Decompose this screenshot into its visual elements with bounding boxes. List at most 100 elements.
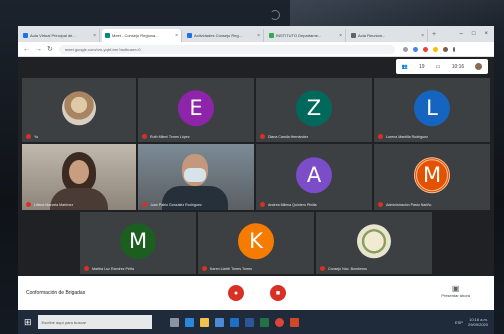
reload-icon[interactable]: ↻ bbox=[47, 45, 53, 53]
profile-avatar[interactable] bbox=[442, 46, 448, 52]
participant-name: Juan Pablo González Rodríguez bbox=[142, 202, 202, 207]
participant-name: Martha Luz Ramírez Peña bbox=[84, 266, 134, 271]
participant-name: Andrea Milena Quintero Pinilla bbox=[260, 202, 317, 207]
extensions bbox=[402, 46, 455, 52]
participant-tile[interactable]: E Ruth Mileni Torres López bbox=[138, 78, 254, 142]
close-icon[interactable]: × bbox=[339, 33, 342, 39]
edge-icon[interactable] bbox=[184, 317, 194, 327]
store-icon[interactable] bbox=[214, 317, 224, 327]
tab-label: Meet - Consejo Regiona... bbox=[112, 33, 159, 38]
participant-name: Ruth Mileni Torres López bbox=[142, 134, 190, 139]
powerpoint-icon[interactable] bbox=[289, 317, 299, 327]
chat-icon[interactable]: ▭ bbox=[436, 64, 441, 70]
tab-label: INSTITUTO Departame... bbox=[276, 33, 322, 38]
call-controls-bar: Conformación de Brigadas ● ⌒ ■ ▣ Present… bbox=[18, 276, 494, 310]
participant-tile[interactable]: Z Diana Camila Hernández bbox=[256, 78, 372, 142]
participant-name: Liliana Marcela Martínez bbox=[26, 202, 73, 207]
participant-name: Diana Camila Hernández bbox=[260, 134, 308, 139]
mic-off-icon bbox=[378, 202, 383, 207]
taskbar-apps bbox=[169, 317, 299, 327]
browser-tab-2[interactable]: Meet - Consejo Regiona... × bbox=[102, 29, 182, 42]
browser-tab-1[interactable]: Aula Virtual Principal de... × bbox=[20, 29, 100, 42]
mic-off-icon bbox=[26, 202, 31, 207]
participant-tile[interactable]: M Administración Pasto Nariño bbox=[374, 144, 490, 210]
meet-header: 👥 19 ▭ 10:16 bbox=[18, 57, 494, 76]
participant-tile[interactable]: K Karen Lizeth Torres Torres bbox=[198, 212, 314, 274]
excel-icon[interactable] bbox=[259, 317, 269, 327]
tab-favicon bbox=[351, 33, 356, 38]
os-taskbar: ⊞ Escribe aquí para buscar ESP 10:16 a.m… bbox=[18, 310, 494, 334]
star-icon[interactable] bbox=[402, 46, 408, 52]
screen: Aula Virtual Principal de... × Meet - Co… bbox=[18, 26, 494, 334]
address-bar: ← → ↻ meet.google.com/rzu-yqbf-trm?authu… bbox=[18, 42, 494, 57]
avatar: Z bbox=[296, 90, 332, 127]
tab-bar: Aula Virtual Principal de... × Meet - Co… bbox=[18, 26, 494, 42]
minimize-button[interactable]: – bbox=[460, 31, 463, 37]
url-text: meet.google.com/rzu-yqbf-trm?authuser=0 bbox=[64, 46, 141, 52]
close-icon[interactable]: × bbox=[93, 33, 96, 39]
close-icon[interactable]: × bbox=[175, 33, 178, 39]
folder-icon[interactable] bbox=[199, 317, 209, 327]
present-icon: ▣ bbox=[451, 284, 460, 293]
system-tray: ESP 10:16 a.m. 29/09/2020 bbox=[455, 317, 494, 327]
language-indicator[interactable]: ESP bbox=[455, 320, 463, 325]
avatar: E bbox=[178, 90, 214, 127]
participant-tile[interactable]: L Lorena Mantilla Rodriguez bbox=[374, 78, 490, 142]
clock-date: 29/09/2020 bbox=[467, 322, 488, 327]
participant-photo bbox=[62, 91, 96, 126]
search-placeholder: Escribe aquí para buscar bbox=[41, 319, 87, 325]
participant-name: Yo bbox=[26, 134, 38, 139]
menu-icon[interactable] bbox=[452, 46, 455, 52]
close-icon[interactable]: × bbox=[257, 33, 260, 39]
participant-tile[interactable]: Consejo Nac. Bomberos bbox=[316, 212, 432, 274]
cam-off-icon[interactable]: ■ bbox=[270, 285, 286, 301]
mic-off-icon bbox=[84, 266, 89, 271]
task-view-icon[interactable] bbox=[169, 317, 179, 327]
mic-off-icon bbox=[142, 202, 147, 207]
browser-tab-4[interactable]: INSTITUTO Departame... × bbox=[266, 29, 346, 42]
avatar: M bbox=[414, 157, 450, 194]
chrome-icon[interactable] bbox=[274, 317, 284, 327]
present-button[interactable]: ▣ Presentar ahora bbox=[441, 284, 470, 298]
windows-start-icon[interactable]: ⊞ bbox=[24, 317, 32, 328]
mic-off-icon bbox=[202, 266, 207, 271]
tab-label: Aula Virtual Principal de... bbox=[30, 33, 76, 38]
mail-icon[interactable] bbox=[229, 317, 239, 327]
extension-icon[interactable] bbox=[422, 46, 428, 52]
tab-label: Acta Reunion... bbox=[358, 33, 386, 38]
participant-tile[interactable]: M Martha Luz Ramírez Peña bbox=[80, 212, 196, 274]
people-count: 19 bbox=[419, 63, 425, 70]
participant-video-tile[interactable]: Liliana Marcela Martínez bbox=[22, 144, 136, 210]
extension-icon[interactable] bbox=[412, 46, 418, 52]
meeting-title[interactable]: Conformación de Brigadas bbox=[26, 290, 85, 296]
new-tab-button[interactable]: + bbox=[432, 31, 436, 38]
close-window-button[interactable]: × bbox=[484, 31, 488, 37]
participant-tile[interactable]: Yo bbox=[22, 78, 136, 142]
browser-tab-5[interactable]: Acta Reunion... × bbox=[348, 29, 428, 42]
maximize-button[interactable]: □ bbox=[472, 31, 476, 37]
self-avatar[interactable] bbox=[475, 63, 483, 70]
browser-tab-3[interactable]: Actividades Consejo Reg... × bbox=[184, 29, 264, 42]
people-icon[interactable]: 👥 bbox=[402, 64, 408, 70]
close-icon[interactable]: × bbox=[421, 33, 424, 39]
url-field[interactable]: meet.google.com/rzu-yqbf-trm?authuser=0 bbox=[58, 44, 395, 54]
mic-off-icon[interactable]: ● bbox=[228, 285, 244, 301]
participant-name: Administración Pasto Nariño bbox=[378, 202, 431, 207]
participant-video-tile[interactable]: Juan Pablo González Rodríguez bbox=[138, 144, 254, 210]
participant-name: Lorena Mantilla Rodriguez bbox=[378, 134, 428, 139]
clock[interactable]: 10:16 a.m. 29/09/2020 bbox=[468, 317, 488, 327]
meet-info-pill: 👥 19 ▭ 10:16 bbox=[396, 59, 488, 74]
word-icon[interactable] bbox=[244, 317, 254, 327]
face-mask bbox=[184, 168, 206, 182]
back-icon[interactable]: ← bbox=[23, 46, 30, 53]
participant-tile[interactable]: A Andrea Milena Quintero Pinilla bbox=[256, 144, 372, 210]
tab-favicon bbox=[187, 33, 192, 38]
mic-off-icon bbox=[378, 134, 383, 139]
avatar: A bbox=[296, 157, 332, 194]
taskbar-search[interactable]: Escribe aquí para buscar bbox=[37, 315, 152, 329]
camera-lens bbox=[270, 10, 280, 20]
forward-icon[interactable]: → bbox=[35, 46, 42, 53]
mic-off-icon bbox=[142, 134, 147, 139]
extension-icon[interactable] bbox=[432, 46, 438, 52]
tab-label: Actividades Consejo Reg... bbox=[194, 33, 243, 38]
